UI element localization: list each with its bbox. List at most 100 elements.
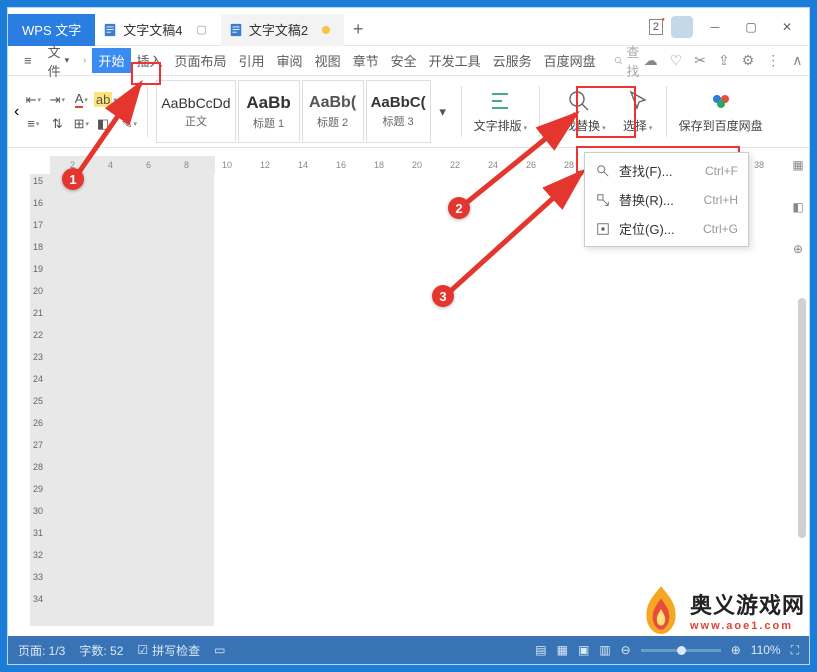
find-dropdown: 查找(F)... Ctrl+F 替换(R)... Ctrl+H 定位(G)...… — [584, 152, 749, 247]
dropdown-goto[interactable]: 定位(G)... Ctrl+G — [585, 214, 748, 243]
dropdown-label: 查找(F)... — [619, 161, 672, 180]
share-icon[interactable]: ⇪ — [718, 52, 730, 69]
menu-baidu[interactable]: 百度网盘 — [538, 48, 602, 73]
tab-close-icon[interactable]: ▢ — [196, 23, 206, 36]
maximize-button[interactable]: ▢ — [737, 13, 765, 41]
highlight-icon[interactable]: ab▾ — [95, 90, 115, 110]
search-icon — [614, 54, 623, 67]
view-read-icon[interactable]: ▥ — [599, 643, 610, 657]
annotation-circle-3: 3 — [432, 285, 454, 307]
menu-dev[interactable]: 开发工具 — [423, 48, 487, 73]
menu-ref[interactable]: 引用 — [233, 48, 271, 73]
dropdown-shortcut: Ctrl+G — [703, 222, 738, 236]
dropdown-replace[interactable]: 替换(R)... Ctrl+H — [585, 185, 748, 214]
status-page[interactable]: 页面: 1/3 — [18, 642, 65, 659]
zoom-knob[interactable] — [677, 646, 686, 655]
format-painter-icon[interactable]: ✎▾ — [119, 114, 139, 134]
collapse-ribbon-icon[interactable]: ∧ — [792, 52, 802, 69]
doc-tab-1[interactable]: 文字文稿4 ▢ — [95, 14, 221, 46]
menu-security[interactable]: 安全 — [385, 48, 423, 73]
menubar-right-icons: ☁ ♡ ✂ ⇪ ⚙ ⋮ ∧ — [644, 52, 803, 69]
minimize-button[interactable]: ─ — [701, 13, 729, 41]
overflow-left-icon[interactable]: › — [77, 55, 92, 66]
dropdown-shortcut: Ctrl+F — [705, 164, 738, 178]
baidu-cloud-icon — [709, 89, 733, 113]
menu-cloud[interactable]: 云服务 — [487, 48, 538, 73]
file-menu[interactable]: 文件 ▾ — [40, 42, 78, 80]
doc-tab-2[interactable]: 文字文稿2 — [221, 14, 344, 46]
dropdown-label: 替换(R)... — [619, 190, 674, 209]
indent-right-icon[interactable]: ⇥▾ — [47, 90, 67, 110]
menu-review[interactable]: 审阅 — [271, 48, 309, 73]
font-color-icon[interactable]: A▾ — [71, 90, 91, 110]
divider — [539, 86, 540, 137]
save-cloud-button[interactable]: 保存到百度网盘 — [671, 80, 771, 143]
vertical-scrollbar[interactable] — [797, 288, 807, 624]
goto-icon — [595, 221, 611, 237]
more-icon[interactable]: ⋮ — [766, 52, 780, 69]
zoom-out-icon[interactable]: ⊖ — [621, 643, 631, 657]
tab-label: 文字文稿2 — [249, 20, 308, 39]
side-icon-2[interactable]: ◧ — [792, 200, 803, 214]
window-count-badge[interactable]: 2 — [649, 19, 663, 35]
style-h1[interactable]: AaBb标题 1 — [238, 80, 300, 143]
border-icon[interactable]: ⊞▾ — [71, 114, 91, 134]
side-panel-icons: ▦ ◧ ⊕ — [789, 158, 807, 256]
status-spellcheck[interactable]: ☑ 拼写检查 — [137, 642, 200, 659]
shading-icon[interactable]: ◧▾ — [95, 114, 115, 134]
view-print-icon[interactable]: ▤ — [535, 643, 546, 657]
tab-label: 文字文稿4 — [123, 20, 182, 39]
replace-icon — [595, 192, 611, 208]
search-placeholder: 查找 — [626, 42, 643, 80]
avatar[interactable] — [671, 16, 693, 38]
dropdown-label: 定位(G)... — [619, 219, 675, 238]
status-words[interactable]: 字数: 52 — [79, 642, 123, 659]
close-button[interactable]: ✕ — [773, 13, 801, 41]
scissors-icon[interactable]: ✂ — [694, 52, 706, 69]
watermark-cn: 奥义游戏网 — [690, 588, 805, 620]
add-tab-button[interactable]: + — [344, 19, 372, 40]
fullscreen-icon[interactable]: ⛶ — [791, 643, 799, 658]
annotation-box-1 — [131, 62, 161, 85]
titlebar-right: 2 ─ ▢ ✕ — [649, 13, 809, 41]
status-input-mode-icon[interactable]: ▭ — [214, 643, 225, 657]
view-web-icon[interactable]: ▦ — [557, 643, 568, 657]
menu-chapter[interactable]: 章节 — [347, 48, 385, 73]
dropdown-find[interactable]: 查找(F)... Ctrl+F — [585, 156, 748, 185]
doc-icon — [229, 23, 243, 37]
zoom-value[interactable]: 110% — [751, 643, 781, 657]
style-normal[interactable]: AaBbCcDd正文 — [156, 80, 235, 143]
dropdown-shortcut: Ctrl+H — [704, 193, 738, 207]
search-box[interactable]: 查找 — [614, 42, 644, 80]
annotation-circle-2: 2 — [448, 197, 470, 219]
side-icon-3[interactable]: ⊕ — [793, 242, 803, 256]
styles-group: AaBbCcDd正文 AaBb标题 1 AaBb(标题 2 AaBbC(标题 3… — [152, 80, 456, 143]
flame-logo-icon — [638, 584, 684, 636]
align-icon[interactable]: ≡▾ — [23, 114, 43, 134]
settings-icon[interactable]: ⚙ — [742, 52, 755, 69]
watermark: 奥义游戏网 www.aoe1.com — [638, 584, 805, 636]
zoom-in-icon[interactable]: ⊕ — [731, 643, 741, 657]
style-h3[interactable]: AaBbC(标题 3 — [366, 80, 431, 143]
view-outline-icon[interactable]: ▣ — [578, 643, 589, 657]
notifications-icon[interactable]: ♡ — [670, 52, 683, 69]
vertical-ruler[interactable]: 1516171819202122232425262728293031323334 — [30, 174, 50, 626]
line-spacing-icon[interactable]: ⇅ — [47, 114, 67, 134]
side-icon-1[interactable]: ▦ — [792, 158, 803, 172]
divider — [147, 86, 148, 137]
scrollbar-thumb[interactable] — [798, 298, 806, 538]
styles-more-icon[interactable]: ▾ — [433, 102, 453, 122]
menu-layout[interactable]: 页面布局 — [169, 48, 233, 73]
ribbon-toolbar: ‹ ⇤▾ ⇥▾ A▾ ab▾ ≡▾ ⇅ ⊞▾ ◧▾ ✎▾ AaBbCcDd正文 … — [8, 76, 809, 148]
style-h2[interactable]: AaBb(标题 2 — [302, 80, 364, 143]
search-icon — [595, 163, 611, 179]
zoom-slider[interactable] — [641, 649, 721, 652]
menu-view[interactable]: 视图 — [309, 48, 347, 73]
text-format-button[interactable]: 文字排版▾ — [466, 80, 536, 143]
indent-left-icon[interactable]: ⇤▾ — [23, 90, 43, 110]
menu-start[interactable]: 开始 — [92, 48, 130, 73]
menubar: ≡ 文件 ▾ › 开始 插入 页面布局 引用 审阅 视图 章节 安全 开发工具 … — [8, 46, 809, 76]
cloud-sync-icon[interactable]: ☁ — [644, 52, 658, 69]
hamburger-icon[interactable]: ≡ — [16, 53, 40, 68]
titlebar: WPS 文字 文字文稿4 ▢ 文字文稿2 + 2 ─ ▢ ✕ — [8, 8, 809, 46]
